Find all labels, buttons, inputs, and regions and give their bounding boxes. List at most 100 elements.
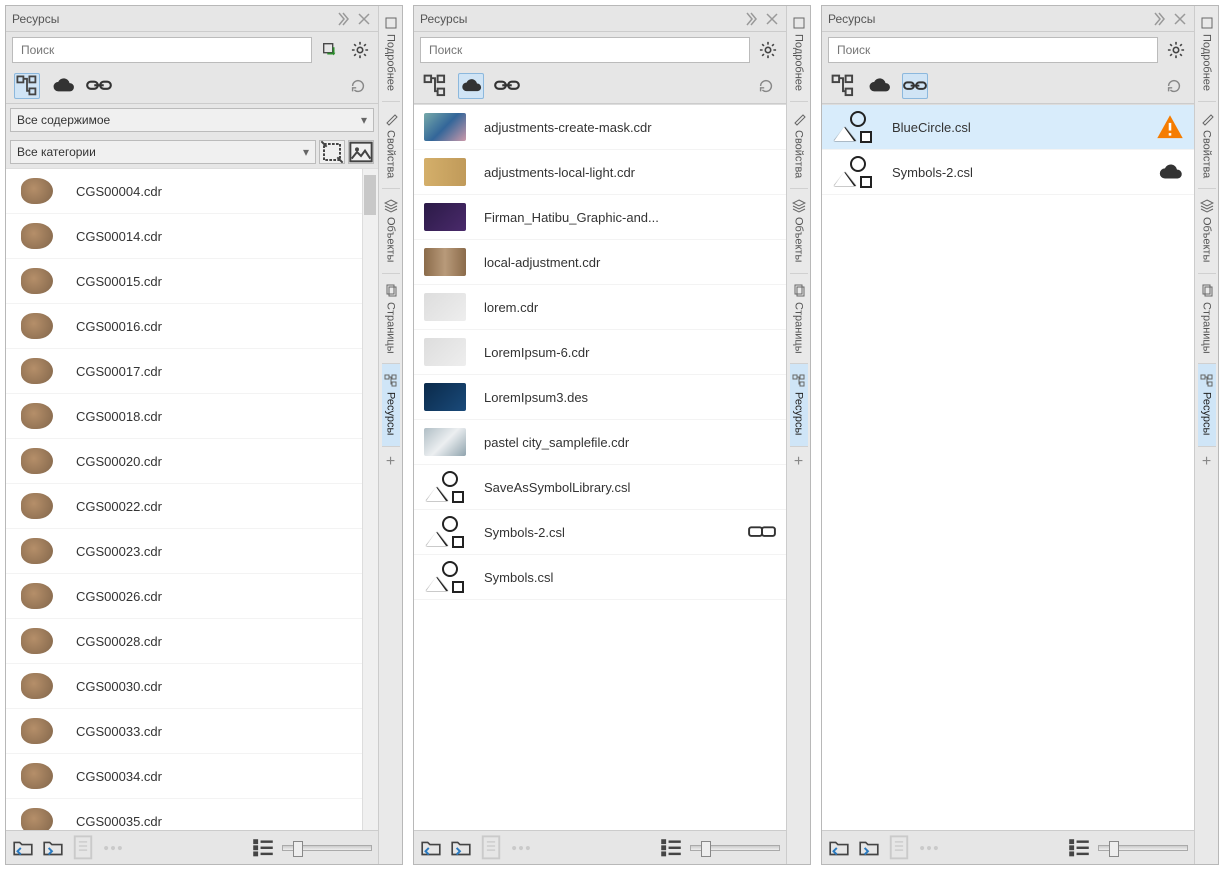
asset-item[interactable]: LoremIpsum-6.cdr <box>414 330 786 375</box>
asset-item[interactable]: Symbols-2.csl <box>414 510 786 555</box>
zoom-slider[interactable] <box>282 845 372 851</box>
import-asset-button[interactable] <box>12 837 34 859</box>
scrollbar[interactable] <box>362 169 378 830</box>
asset-item[interactable]: lorem.cdr <box>414 285 786 330</box>
mode-cloud-button[interactable] <box>458 73 484 99</box>
close-button[interactable] <box>1172 11 1188 27</box>
asset-item[interactable]: CGS00017.cdr <box>6 349 378 394</box>
mode-local-button[interactable] <box>14 73 40 99</box>
search-input[interactable] <box>420 37 750 63</box>
asset-item[interactable]: CGS00016.cdr <box>6 304 378 349</box>
asset-item[interactable]: CGS00028.cdr <box>6 619 378 664</box>
asset-item[interactable]: CGS00035.cdr <box>6 799 378 830</box>
mode-linked-button[interactable] <box>86 73 112 99</box>
refresh-button[interactable] <box>1162 74 1186 98</box>
content-filter-dropdown[interactable]: Все содержимое <box>10 108 374 132</box>
settings-button[interactable] <box>1164 38 1188 62</box>
mode-cloud-button[interactable] <box>866 73 892 99</box>
add-tab-button[interactable]: + <box>379 447 402 477</box>
asset-item[interactable]: CGS00020.cdr <box>6 439 378 484</box>
asset-item[interactable]: BlueCircle.csl <box>822 105 1194 150</box>
open-doc-button <box>888 837 910 859</box>
asset-item[interactable]: CGS00022.cdr <box>6 484 378 529</box>
side-tab-info[interactable]: Подробнее <box>1198 6 1216 102</box>
search-input[interactable] <box>828 37 1158 63</box>
side-tab-info[interactable]: Подробнее <box>382 6 400 102</box>
collapse-button[interactable] <box>1150 11 1166 27</box>
import-asset-button[interactable] <box>828 837 850 859</box>
collapse-button[interactable] <box>742 11 758 27</box>
asset-item[interactable]: CGS00033.cdr <box>6 709 378 754</box>
asset-item[interactable]: CGS00030.cdr <box>6 664 378 709</box>
asset-list[interactable]: CGS00004.cdr CGS00014.cdr CGS00015.cdr C… <box>6 168 378 830</box>
asset-item[interactable]: CGS00034.cdr <box>6 754 378 799</box>
collapse-button[interactable] <box>334 11 350 27</box>
asset-item[interactable]: Firman_Hatibu_Graphic-and... <box>414 195 786 240</box>
asset-item[interactable]: pastel city_samplefile.cdr <box>414 420 786 465</box>
add-tab-button[interactable]: + <box>787 447 810 477</box>
asset-item[interactable]: adjustments-create-mask.cdr <box>414 105 786 150</box>
asset-item[interactable]: Symbols.csl <box>414 555 786 600</box>
side-tab-pages[interactable]: Страницы <box>790 274 808 365</box>
side-tab-objects[interactable]: Объекты <box>790 189 808 273</box>
panel-title: Ресурсы <box>12 12 328 26</box>
mode-local-button[interactable] <box>422 73 448 99</box>
asset-item[interactable]: adjustments-local-light.cdr <box>414 150 786 195</box>
close-button[interactable] <box>764 11 780 27</box>
zoom-slider[interactable] <box>1098 845 1188 851</box>
side-tab-resources[interactable]: Ресурсы <box>790 364 808 446</box>
search-input[interactable] <box>12 37 312 63</box>
asset-item[interactable]: CGS00023.cdr <box>6 529 378 574</box>
export-asset-button[interactable] <box>42 837 64 859</box>
settings-button[interactable] <box>348 38 372 62</box>
side-tab-objects[interactable]: Объекты <box>1198 189 1216 273</box>
asset-item[interactable]: Symbols-2.csl <box>822 150 1194 195</box>
asset-item[interactable]: CGS00018.cdr <box>6 394 378 439</box>
refresh-button[interactable] <box>754 74 778 98</box>
pages-icon <box>384 284 398 298</box>
export-asset-button[interactable] <box>858 837 880 859</box>
side-tab-props[interactable]: Свойства <box>790 102 808 189</box>
side-tab-info[interactable]: Подробнее <box>790 6 808 102</box>
asset-list[interactable]: BlueCircle.csl Symbols-2.csl <box>822 104 1194 830</box>
asset-item[interactable]: SaveAsSymbolLibrary.csl <box>414 465 786 510</box>
list-view-button[interactable] <box>660 837 682 859</box>
export-asset-button[interactable] <box>450 837 472 859</box>
asset-item[interactable]: local-adjustment.cdr <box>414 240 786 285</box>
mode-cloud-button[interactable] <box>50 73 76 99</box>
mode-local-button[interactable] <box>830 73 856 99</box>
linked-icon <box>748 523 776 540</box>
mode-linked-button[interactable] <box>494 73 520 99</box>
asset-item[interactable]: LoremIpsum3.des <box>414 375 786 420</box>
asset-item[interactable]: CGS00026.cdr <box>6 574 378 619</box>
asset-item-label: pastel city_samplefile.cdr <box>484 435 776 450</box>
zoom-slider[interactable] <box>690 845 780 851</box>
side-tab-props[interactable]: Свойства <box>1198 102 1216 189</box>
category-filter-dropdown[interactable]: Все категории <box>10 140 316 164</box>
side-tab-resources[interactable]: Ресурсы <box>382 364 400 446</box>
refresh-button[interactable] <box>346 74 370 98</box>
mode-linked-button[interactable] <box>902 73 928 99</box>
open-doc-button <box>480 837 502 859</box>
asset-item[interactable]: CGS00004.cdr <box>6 169 378 214</box>
side-tab-label: Ресурсы <box>793 392 805 435</box>
add-tab-button[interactable]: + <box>1195 447 1218 477</box>
side-tab-pages[interactable]: Страницы <box>1198 274 1216 365</box>
list-view-button[interactable] <box>1068 837 1090 859</box>
side-tab-resources[interactable]: Ресурсы <box>1198 364 1216 446</box>
crop-filter-button[interactable] <box>319 140 345 164</box>
panel-footer <box>6 830 378 864</box>
side-tab-pages[interactable]: Страницы <box>382 274 400 365</box>
asset-item[interactable]: CGS00014.cdr <box>6 214 378 259</box>
asset-item[interactable]: CGS00015.cdr <box>6 259 378 304</box>
list-view-button[interactable] <box>252 837 274 859</box>
panel-header: Ресурсы <box>414 6 786 32</box>
side-tab-props[interactable]: Свойства <box>382 102 400 189</box>
close-button[interactable] <box>356 11 372 27</box>
side-tab-objects[interactable]: Объекты <box>382 189 400 273</box>
import-button[interactable] <box>318 38 342 62</box>
import-asset-button[interactable] <box>420 837 442 859</box>
asset-list[interactable]: adjustments-create-mask.cdr adjustments-… <box>414 104 786 830</box>
settings-button[interactable] <box>756 38 780 62</box>
image-filter-button[interactable] <box>348 140 374 164</box>
